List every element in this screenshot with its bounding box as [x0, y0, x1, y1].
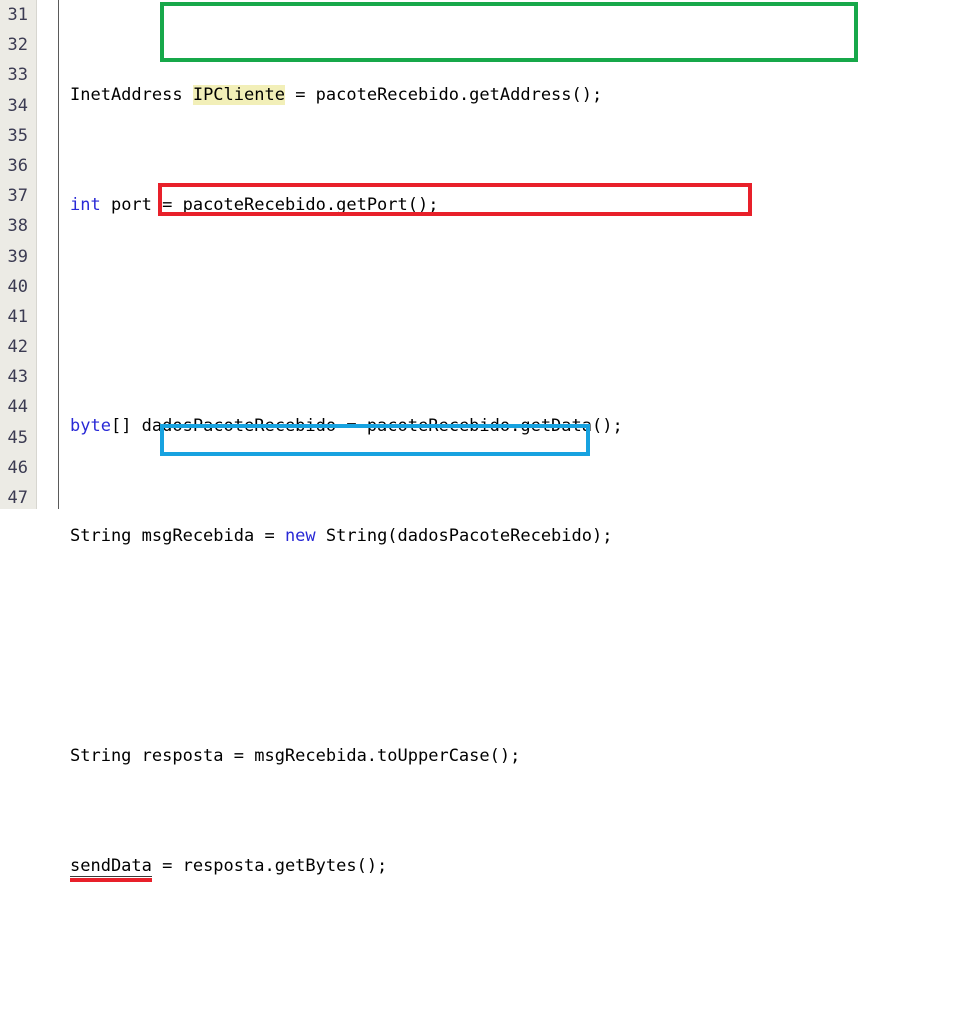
- line-number: 35: [7, 125, 28, 146]
- code-token-expression: = pacoteRecebido.getAddress();: [284, 85, 603, 105]
- code-line-32[interactable]: int port = pacoteRecebido.getPort();: [64, 190, 957, 220]
- gutter-separator-rule: [58, 0, 59, 509]
- line-number: 44: [7, 397, 28, 418]
- code-token-expression: [] dadosPacoteRecebido = pacoteRecebido.…: [110, 415, 623, 436]
- code-line-33[interactable]: [64, 300, 957, 330]
- code-token-declaration: String msgRecebida =: [70, 525, 285, 546]
- line-number: 37: [7, 186, 28, 207]
- code-token-keyword-int: int: [70, 195, 101, 216]
- code-line-37[interactable]: String resposta = msgRecebida.toUpperCas…: [64, 741, 957, 771]
- line-number: 38: [7, 216, 28, 237]
- line-number: 34: [7, 95, 28, 116]
- code-folding-gutter[interactable]: [38, 0, 58, 509]
- line-number: 31: [7, 5, 28, 25]
- code-line-38[interactable]: sendData = resposta.getBytes();: [64, 851, 957, 881]
- code-line-35[interactable]: String msgRecebida = new String(dadosPac…: [64, 521, 957, 551]
- line-number: 43: [7, 367, 28, 388]
- code-token-expression: String(dadosPacoteRecebido);: [315, 525, 613, 546]
- code-token-expression: port = pacoteRecebido.getPort();: [100, 195, 439, 216]
- line-number: 33: [7, 65, 28, 86]
- line-number: 45: [7, 427, 28, 448]
- line-number: 42: [7, 337, 28, 358]
- code-text-area[interactable]: InetAddress IPCliente = pacoteRecebido.g…: [64, 0, 957, 878]
- line-number-list: 31 32 33 34 35 36 37 38 39 40 41 42 43 4…: [0, 0, 30, 509]
- line-number: 39: [7, 246, 28, 267]
- line-number: 41: [7, 306, 28, 327]
- code-editor[interactable]: 31 32 33 34 35 36 37 38 39 40 41 42 43 4…: [0, 0, 957, 878]
- code-token-type: InetAddress: [70, 85, 193, 105]
- code-line-36[interactable]: [64, 631, 957, 661]
- code-token-expression: = resposta.getBytes();: [151, 856, 388, 877]
- code-line-34[interactable]: byte[] dadosPacoteRecebido = pacoteReceb…: [64, 411, 957, 441]
- code-token-sendData-error: sendData: [70, 856, 152, 878]
- line-number: 40: [7, 276, 28, 297]
- code-token-keyword-new: new: [284, 525, 316, 546]
- line-number: 36: [7, 155, 28, 176]
- code-token-highlighted-IPCliente: IPCliente: [192, 85, 285, 105]
- code-line-39[interactable]: [64, 962, 957, 992]
- code-line-31[interactable]: InetAddress IPCliente = pacoteRecebido.g…: [64, 80, 957, 110]
- line-number: 32: [7, 35, 28, 56]
- code-token-keyword-byte: byte: [70, 415, 111, 436]
- line-number: 46: [7, 457, 28, 478]
- code-token-statement: String resposta = msgRecebida.toUpperCas…: [70, 746, 521, 767]
